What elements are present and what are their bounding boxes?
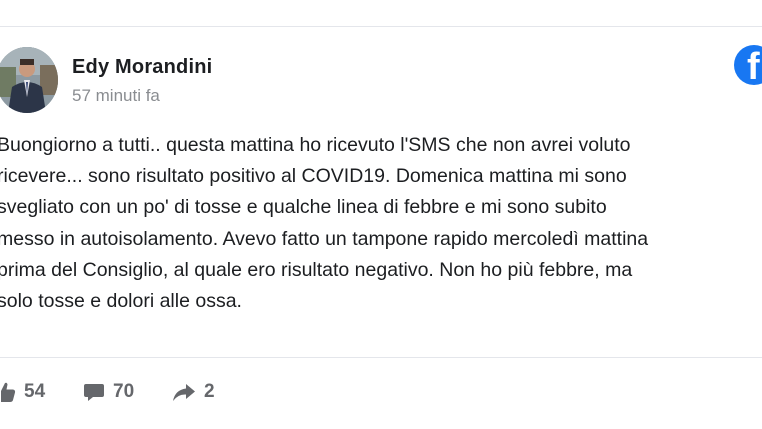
avatar[interactable] (0, 47, 58, 113)
facebook-post-card: Edy Morandini 57 minuti fa f Buongiorno … (0, 0, 762, 429)
post-text-line: ricevere... sono risultato positivo al C… (0, 165, 627, 188)
thumbs-up-icon (0, 381, 16, 403)
post-text-line: Buongiorno a tutti.. questa mattina ho r… (0, 134, 631, 156)
engagement-stats: 54 70 2 (0, 378, 762, 406)
post-text-line: svegliato con un po' di tosse e qualche … (0, 196, 607, 219)
share-count: 2 (204, 381, 215, 402)
bottom-divider (0, 357, 762, 358)
comment-count: 70 (113, 381, 135, 402)
like-count: 54 (24, 381, 46, 402)
post-text-line: messo in autoisolamento. Avevo fatto un … (0, 227, 649, 250)
share-arrow-icon (172, 381, 196, 403)
facebook-icon[interactable]: f (734, 45, 762, 85)
post-timestamp[interactable]: 57 minuti fa (72, 86, 160, 106)
post-text-line: solo tosse e dolori alle ossa. (0, 289, 242, 312)
post-body: Buongiorno a tutti.. questa mattina ho r… (0, 130, 762, 317)
comment-icon (83, 381, 105, 403)
comment-count-button[interactable]: 70 (83, 378, 134, 406)
author-name[interactable]: Edy Morandini (72, 56, 212, 79)
top-divider (0, 26, 762, 27)
like-count-button[interactable]: 54 (0, 378, 45, 406)
post-text-line: prima del Consiglio, al quale ero risult… (0, 258, 633, 281)
share-count-button[interactable]: 2 (172, 378, 215, 406)
